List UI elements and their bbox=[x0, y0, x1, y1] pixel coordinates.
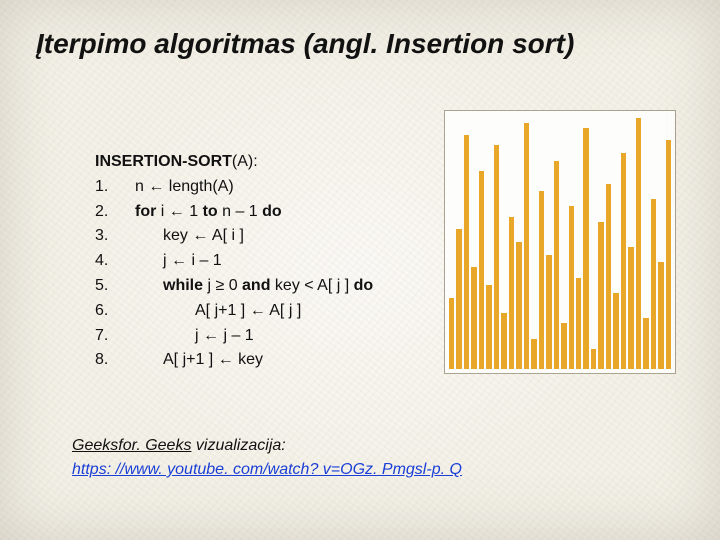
pseudocode-line: 2.for i ← 1 to n – 1 do bbox=[95, 200, 373, 225]
pseudocode-header-args: (A): bbox=[232, 153, 258, 170]
line-number: 7. bbox=[95, 324, 121, 349]
footer-block: Geeksfor. Geeks vizualizacija: https: //… bbox=[72, 434, 462, 482]
line-body: n ← length(A) bbox=[121, 178, 234, 195]
chart-bar bbox=[471, 267, 476, 369]
footer-source-name: Geeksfor. Geeks bbox=[72, 437, 191, 454]
footer-link[interactable]: https: //www. youtube. com/watch? v=OGz.… bbox=[72, 461, 462, 478]
chart-bar bbox=[494, 145, 499, 369]
chart-bar bbox=[643, 318, 648, 369]
chart-bar bbox=[516, 242, 521, 369]
footer-label-suffix: vizualizacija: bbox=[191, 437, 285, 454]
chart-bar bbox=[658, 262, 663, 369]
line-body: key ← A[ i ] bbox=[121, 227, 244, 244]
pseudocode-lines: 1.n ← length(A)2.for i ← 1 to n – 1 do3.… bbox=[95, 175, 373, 373]
slide-title: Įterpimo algoritmas (angl. Insertion sor… bbox=[36, 28, 574, 60]
chart-bar bbox=[479, 171, 484, 369]
line-number: 3. bbox=[95, 224, 121, 249]
line-number: 8. bbox=[95, 348, 121, 373]
line-body: j ← i – 1 bbox=[121, 252, 222, 269]
pseudocode-line: 3.key ← A[ i ] bbox=[95, 224, 373, 249]
pseudocode-line: 6.A[ j+1 ] ← A[ j ] bbox=[95, 299, 373, 324]
chart-bar bbox=[509, 217, 514, 369]
pseudocode-header-name: INSERTION-SORT bbox=[95, 153, 232, 170]
chart-bar bbox=[636, 118, 641, 369]
chart-bar bbox=[486, 285, 491, 369]
slide: Įterpimo algoritmas (angl. Insertion sor… bbox=[0, 0, 720, 540]
chart-bar bbox=[449, 298, 454, 369]
line-number: 1. bbox=[95, 175, 121, 200]
pseudocode-line: 4.j ← i – 1 bbox=[95, 249, 373, 274]
chart-bar bbox=[591, 349, 596, 369]
chart-bar bbox=[576, 278, 581, 369]
line-body: A[ j+1 ] ← A[ j ] bbox=[121, 302, 301, 319]
line-body: j ← j – 1 bbox=[121, 327, 254, 344]
pseudocode-line: 7.j ← j – 1 bbox=[95, 324, 373, 349]
line-body: A[ j+1 ] ← key bbox=[121, 351, 263, 368]
line-number: 2. bbox=[95, 200, 121, 225]
chart-bar bbox=[583, 128, 588, 369]
chart-bar bbox=[539, 191, 544, 369]
line-body: while j ≥ 0 and key < A[ j ] do bbox=[121, 277, 373, 294]
chart-bar bbox=[554, 161, 559, 369]
line-body: for i ← 1 to n – 1 do bbox=[121, 203, 282, 220]
chart-bar bbox=[666, 140, 671, 369]
line-number: 4. bbox=[95, 249, 121, 274]
chart-bar bbox=[613, 293, 618, 369]
chart-bar bbox=[651, 199, 656, 369]
chart-bar bbox=[569, 206, 574, 369]
pseudocode-line: 5.while j ≥ 0 and key < A[ j ] do bbox=[95, 274, 373, 299]
chart-bar bbox=[546, 255, 551, 369]
chart-bar bbox=[606, 184, 611, 369]
chart-bar bbox=[456, 229, 461, 369]
chart-bar bbox=[464, 135, 469, 369]
pseudocode-block: INSERTION-SORT(A): 1.n ← length(A)2.for … bbox=[95, 150, 373, 373]
pseudocode-line: 8.A[ j+1 ] ← key bbox=[95, 348, 373, 373]
chart-bar bbox=[501, 313, 506, 369]
chart-bar bbox=[524, 123, 529, 369]
pseudocode-line: 1.n ← length(A) bbox=[95, 175, 373, 200]
sort-visualization-chart bbox=[444, 110, 676, 374]
line-number: 5. bbox=[95, 274, 121, 299]
line-number: 6. bbox=[95, 299, 121, 324]
footer-label: Geeksfor. Geeks vizualizacija: bbox=[72, 437, 286, 454]
pseudocode-header: INSERTION-SORT(A): bbox=[95, 150, 373, 175]
chart-bar bbox=[598, 222, 603, 369]
chart-bar bbox=[531, 339, 536, 369]
chart-bar bbox=[561, 323, 566, 369]
chart-bar bbox=[621, 153, 626, 369]
chart-bar bbox=[628, 247, 633, 369]
